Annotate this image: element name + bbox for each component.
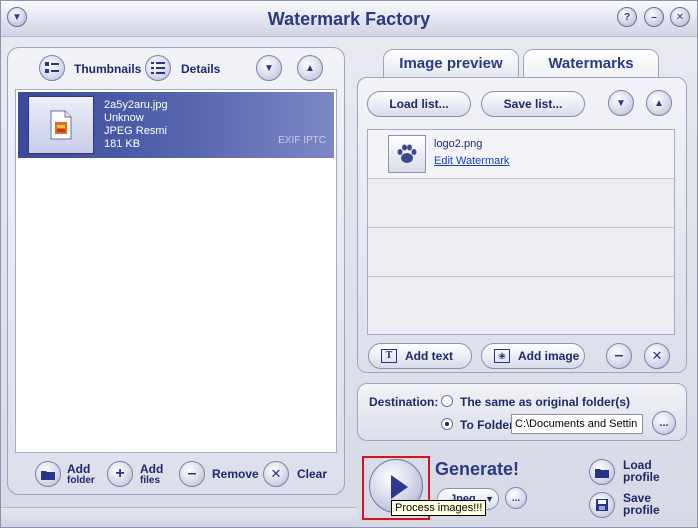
add-folder-label[interactable]: Add folder bbox=[67, 463, 95, 487]
edit-watermark-link[interactable]: Edit Watermark bbox=[434, 155, 509, 167]
watermark-move-up-button[interactable]: ▲ bbox=[646, 90, 672, 116]
tab-watermarks[interactable]: Watermarks bbox=[523, 49, 659, 77]
arrow-up-icon: ▲ bbox=[305, 62, 315, 74]
process-tooltip: Process images!!! bbox=[391, 500, 487, 516]
thumbnails-view-label[interactable]: Thumbnails bbox=[74, 63, 141, 75]
file-info: 2a5y2aru.jpg Unknow JPEG Resmi 181 KB bbox=[104, 99, 168, 151]
format-options-button[interactable]: ... bbox=[505, 487, 527, 509]
add-text-label: Add text bbox=[405, 349, 453, 363]
window-title: Watermark Factory bbox=[267, 9, 431, 29]
paw-icon bbox=[397, 144, 417, 163]
arrow-down-icon: ▼ bbox=[616, 97, 626, 109]
file-size: 181 KB bbox=[104, 138, 141, 150]
load-profile-label[interactable]: Load profile bbox=[623, 459, 660, 483]
load-list-button[interactable]: Load list... bbox=[367, 91, 471, 117]
watermark-name: logo2.png bbox=[434, 138, 483, 150]
plus-icon: + bbox=[115, 465, 125, 482]
to-folder-label[interactable]: To Folder bbox=[460, 419, 514, 431]
move-up-button[interactable]: ▲ bbox=[297, 55, 323, 81]
add-files-label[interactable]: Add files bbox=[140, 463, 163, 487]
load-profile-button[interactable] bbox=[589, 459, 615, 485]
clear-label[interactable]: Clear bbox=[297, 468, 327, 480]
text-icon: T bbox=[381, 349, 397, 363]
watermark-thumbnail bbox=[388, 135, 426, 173]
clear-button[interactable]: ✕ bbox=[263, 461, 289, 487]
minus-icon: – bbox=[614, 347, 624, 364]
help-icon: ? bbox=[623, 11, 631, 23]
file-type: JPEG Resmi bbox=[104, 125, 167, 137]
minimize-icon: – bbox=[651, 11, 657, 23]
watermark-list[interactable]: logo2.png Edit Watermark bbox=[367, 129, 675, 335]
thumbnails-icon bbox=[45, 62, 59, 73]
remove-button[interactable]: – bbox=[179, 461, 205, 487]
save-list-button[interactable]: Save list... bbox=[481, 91, 585, 117]
file-metadata-tags: EXIF IPTC bbox=[278, 135, 326, 146]
same-folder-radio[interactable] bbox=[441, 395, 453, 407]
watermark-move-down-button[interactable]: ▼ bbox=[608, 90, 634, 116]
details-icon bbox=[151, 62, 165, 74]
add-folder-button[interactable] bbox=[35, 461, 61, 487]
floppy-disk-icon bbox=[596, 499, 608, 511]
file-author: Unknow bbox=[104, 112, 144, 124]
watermark-item[interactable]: logo2.png Edit Watermark bbox=[368, 130, 674, 179]
details-view-button[interactable] bbox=[145, 55, 171, 81]
add-text-button[interactable]: T Add text bbox=[368, 343, 472, 369]
remove-label[interactable]: Remove bbox=[212, 468, 259, 480]
move-down-button[interactable]: ▼ bbox=[256, 55, 282, 81]
file-thumbnail bbox=[28, 96, 94, 154]
thumbnails-view-button[interactable] bbox=[39, 55, 65, 81]
add-image-button[interactable]: ❀ Add image bbox=[481, 343, 585, 369]
details-view-label[interactable]: Details bbox=[181, 63, 220, 75]
file-item[interactable]: 2a5y2aru.jpg Unknow JPEG Resmi 181 KB EX… bbox=[18, 92, 334, 158]
minimize-button[interactable]: – bbox=[644, 7, 664, 27]
status-bar bbox=[1, 507, 357, 527]
watermark-empty-row bbox=[368, 277, 674, 326]
arrow-up-icon: ▲ bbox=[654, 97, 664, 109]
close-icon: ✕ bbox=[675, 11, 685, 23]
destination-label: Destination: bbox=[369, 395, 439, 409]
image-file-icon bbox=[50, 110, 72, 140]
folder-path-input[interactable]: C:\Documents and Settin bbox=[511, 414, 643, 434]
clear-x-icon: ✕ bbox=[270, 466, 282, 481]
save-profile-label[interactable]: Save profile bbox=[623, 492, 660, 516]
help-button[interactable]: ? bbox=[617, 7, 637, 27]
folder-icon bbox=[595, 468, 609, 478]
title-bar: ▼ Watermark Factory ? – ✕ bbox=[1, 1, 697, 37]
close-icon: ✕ bbox=[651, 348, 663, 363]
file-list[interactable]: 2a5y2aru.jpg Unknow JPEG Resmi 181 KB EX… bbox=[15, 89, 337, 453]
watermark-empty-row bbox=[368, 179, 674, 228]
same-folder-label[interactable]: The same as original folder(s) bbox=[460, 396, 630, 408]
close-button[interactable]: ✕ bbox=[670, 7, 690, 27]
remove-watermark-button[interactable]: – bbox=[606, 343, 632, 369]
image-paw-icon: ❀ bbox=[494, 349, 510, 363]
tab-image-preview[interactable]: Image preview bbox=[383, 49, 519, 77]
watermark-empty-row bbox=[368, 228, 674, 277]
folder-icon bbox=[41, 470, 55, 480]
add-files-button[interactable]: + bbox=[107, 461, 133, 487]
generate-label: Generate! bbox=[435, 459, 520, 479]
browse-folder-button[interactable]: ... bbox=[652, 411, 676, 435]
app-window: ▼ Watermark Factory ? – ✕ Thumbnails Det… bbox=[0, 0, 698, 528]
to-folder-radio[interactable] bbox=[441, 418, 453, 430]
minus-icon: – bbox=[187, 465, 197, 482]
clear-watermarks-button[interactable]: ✕ bbox=[644, 343, 670, 369]
save-profile-button[interactable] bbox=[589, 492, 615, 518]
add-image-label: Add image bbox=[518, 349, 580, 363]
file-name: 2a5y2aru.jpg bbox=[104, 99, 168, 111]
arrow-down-icon: ▼ bbox=[264, 62, 274, 74]
